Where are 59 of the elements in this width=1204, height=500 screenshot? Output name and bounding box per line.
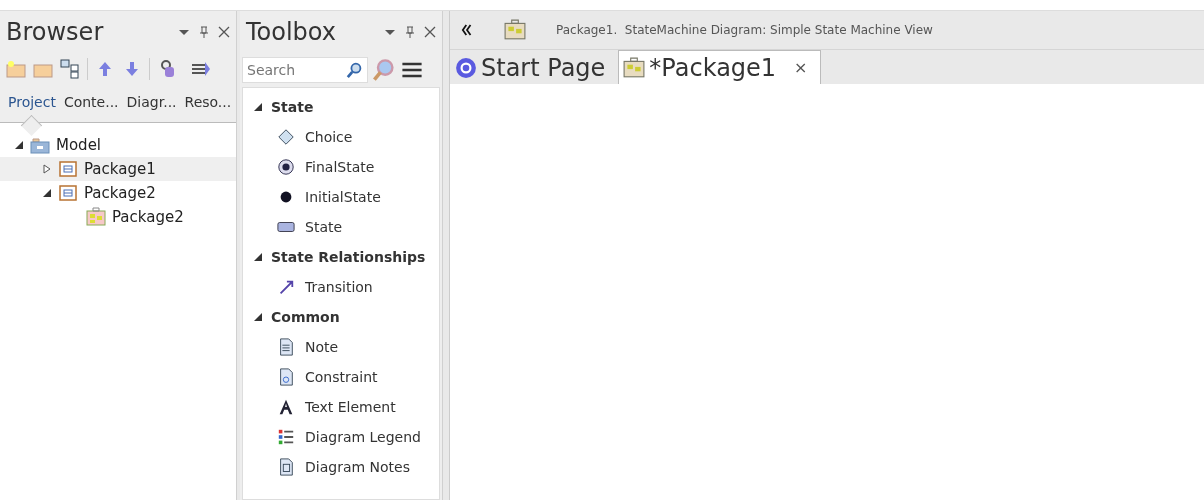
document-tab[interactable]: *Package1 × [618, 50, 821, 84]
diagram-path: Package1. StateMachine Diagram: Simple State Machine View [556, 23, 933, 37]
hierarchy-icon[interactable] [60, 59, 80, 79]
close-icon[interactable]: × [794, 58, 808, 77]
diagram-icon [623, 56, 646, 79]
toolbox-item[interactable]: Diagram Notes [243, 452, 439, 482]
toolbox-item[interactable]: Transition [243, 272, 439, 302]
toolbox-item[interactable]: FinalState [243, 152, 439, 182]
pin-icon[interactable] [404, 26, 416, 38]
group-title: State Relationships [271, 249, 426, 265]
tree-row[interactable]: Package2 [0, 181, 236, 205]
search-field[interactable]: Search [242, 57, 368, 83]
close-icon[interactable] [218, 26, 230, 38]
panel-title: Toolbox [246, 18, 337, 46]
toolbox-item[interactable]: Text Element [243, 392, 439, 422]
panel-title: Browser [6, 18, 105, 46]
document-tab[interactable]: Start Page [450, 50, 619, 84]
transition-arrow-icon [277, 278, 295, 296]
group-title: Common [271, 309, 340, 325]
model-folder-icon [30, 135, 50, 155]
pin-icon[interactable] [198, 26, 210, 38]
toolbox-item[interactable]: Choice [243, 122, 439, 152]
toolbox-item[interactable]: Constraint [243, 362, 439, 392]
tree-item-label: Package2 [112, 208, 184, 226]
toolbox-item[interactable]: Diagram Legend [243, 422, 439, 452]
close-icon[interactable] [424, 26, 436, 38]
tree-row[interactable]: Package1 [0, 157, 236, 181]
toolbox-item[interactable]: State [243, 212, 439, 242]
expanded-arrow-icon[interactable] [253, 312, 263, 322]
diagram-notes-icon [277, 458, 295, 476]
browser-tab[interactable]: Conte... [63, 93, 119, 111]
start-page-icon [455, 56, 477, 79]
browser-tab[interactable]: Reso... [184, 93, 232, 111]
expanded-arrow-icon[interactable] [42, 188, 52, 198]
tree-item-label: Package2 [84, 184, 156, 202]
toolbox-item[interactable]: Note [243, 332, 439, 362]
constraint-icon [277, 368, 295, 386]
tree-item-label: Model [56, 136, 102, 154]
note-icon [277, 338, 295, 356]
package-icon [58, 159, 78, 179]
letter-a-icon [277, 398, 295, 416]
diamond-icon [277, 128, 295, 146]
legend-icon [277, 428, 295, 446]
expanded-arrow-icon[interactable] [14, 140, 24, 150]
expanded-arrow-icon[interactable] [253, 252, 263, 262]
final-state-icon [277, 158, 295, 176]
search-icon[interactable] [346, 61, 364, 79]
diagram-icon [86, 207, 106, 227]
tree-row[interactable]: Package2 [0, 205, 236, 229]
tree-item-label: Package1 [84, 160, 156, 178]
diagram-icon [504, 19, 526, 41]
browser-tab[interactable]: Diagr... [126, 93, 177, 111]
expanded-arrow-icon[interactable] [253, 102, 263, 112]
group-title: State [271, 99, 314, 115]
tree-row[interactable]: Model [0, 133, 236, 157]
package-icon [58, 183, 78, 203]
double-chevron-icon[interactable] [460, 23, 474, 37]
collapsed-arrow-icon[interactable] [42, 164, 52, 174]
toolbox-item[interactable]: InitialState [243, 182, 439, 212]
